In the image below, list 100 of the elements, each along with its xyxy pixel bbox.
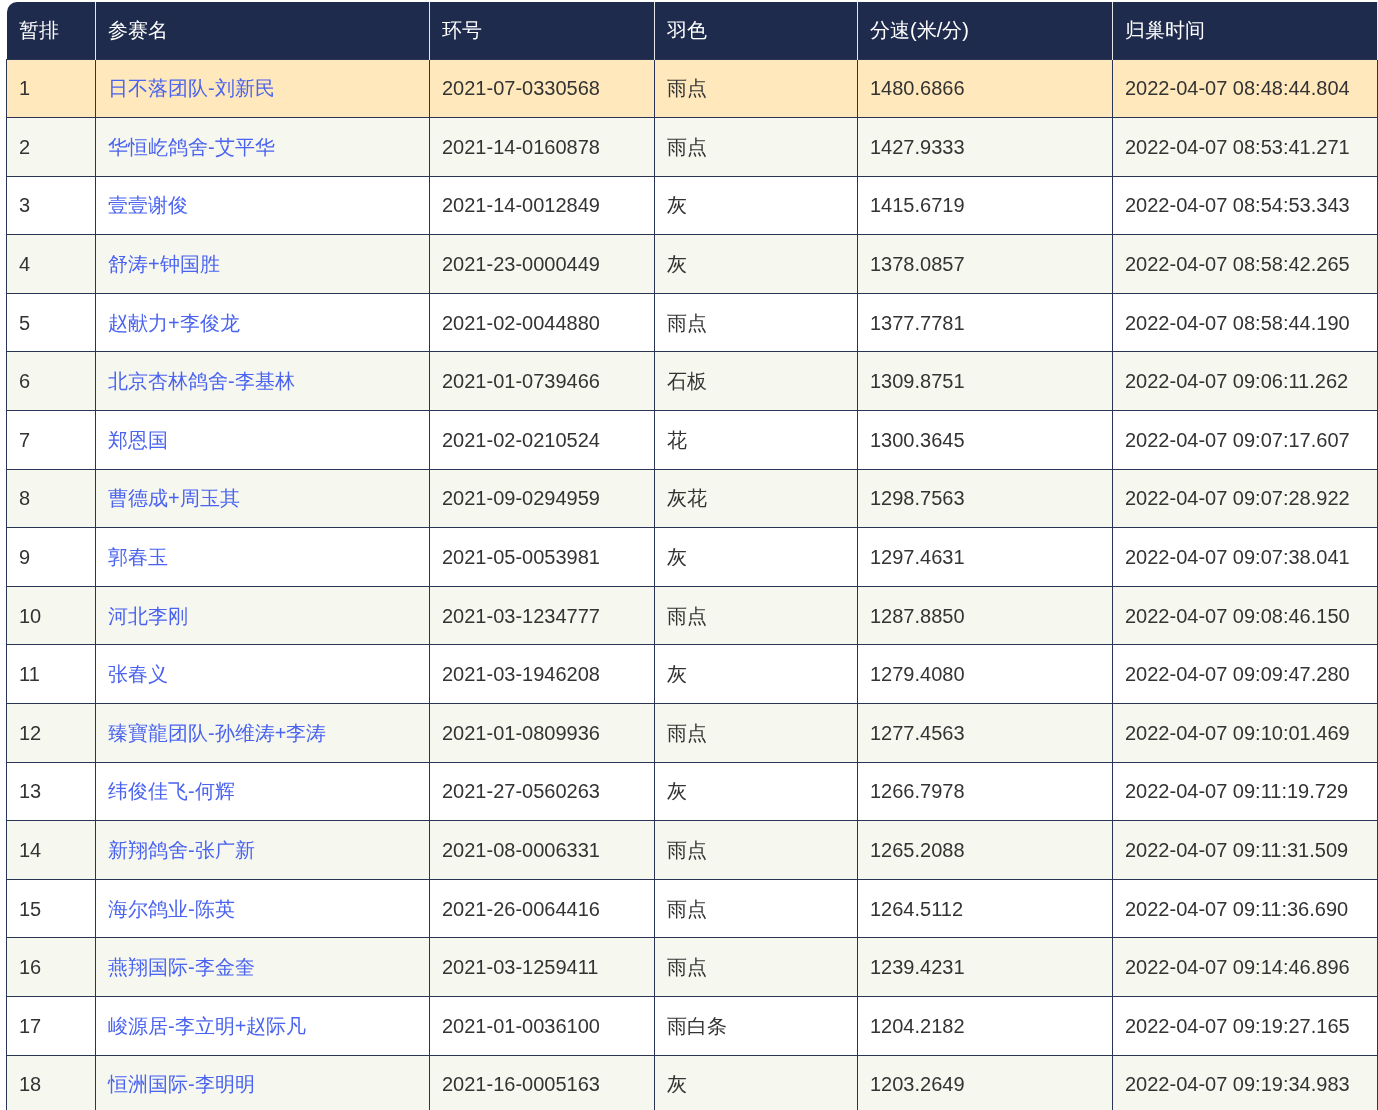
table-row[interactable]: 14 新翔鸽舍-张广新 2021-08-0006331 雨点 1265.2088 2022-04-07 09:11:31.509 <box>6 820 1378 880</box>
table-cell: 2021-03-1946208 <box>442 663 600 686</box>
entrant-link[interactable]: 燕翔国际-李金奎 <box>108 956 255 979</box>
table-cell: 2022-04-07 09:07:28.922 <box>1125 487 1350 510</box>
table-cell: 16 <box>19 956 42 979</box>
table-cell: 1266.7978 <box>870 780 965 803</box>
entrant-link[interactable]: 壹壹谢俊 <box>108 194 188 217</box>
column-header: 参赛名 <box>95 2 430 59</box>
table-row[interactable]: 13 纬俊佳飞-何辉 2021-27-0560263 灰 1266.7978 2022-04-07 09:11:19.729 <box>6 762 1378 821</box>
entrant-link[interactable]: 舒涛+钟国胜 <box>108 253 220 276</box>
column-header: 归巢时间 <box>1112 2 1378 59</box>
table-cell: 7 <box>19 428 31 451</box>
table-row[interactable]: 6 北京杏林鸽舍-李基林 2021-01-0739466 石板 1309.8751 2022-04-07 09:06:11.262 <box>6 351 1378 411</box>
table-cell: 雨白条 <box>667 1014 727 1037</box>
table-cell: 2021-02-0044880 <box>442 311 600 334</box>
entrant-link[interactable]: 新翔鸽舍-张广新 <box>108 839 255 861</box>
table-cell: 2021-23-0000449 <box>442 253 600 276</box>
table-row[interactable]: 11 张春义 2021-03-1946208 灰 1279.4080 2022-04-07 09:09:47.280 <box>6 644 1378 704</box>
table-cell: 1415.6719 <box>870 194 965 217</box>
table-cell: 11 <box>19 663 40 686</box>
table-cell: 1298.7563 <box>870 487 965 510</box>
table-cell: 雨点 <box>667 77 707 100</box>
table-cell: 13 <box>19 780 42 803</box>
table-cell: 2021-02-0210524 <box>442 428 600 451</box>
table-cell: 灰花 <box>667 487 707 510</box>
table-row[interactable]: 7 郑恩国 2021-02-0210524 花 1300.3645 2022-04-07 09:07:17.607 <box>6 410 1378 470</box>
entrant-link[interactable]: 华恒屹鸽舍-艾平华 <box>108 135 275 158</box>
table-cell: 2021-14-0160878 <box>442 135 600 158</box>
table-cell: 2022-04-07 08:58:42.265 <box>1125 253 1350 276</box>
table-cell: 雨点 <box>667 897 707 920</box>
table-row[interactable]: 3 壹壹谢俊 2021-14-0012849 灰 1415.6719 2022-04-07 08:54:53.343 <box>6 176 1378 235</box>
table-row[interactable]: 16 燕翔国际-李金奎 2021-03-1259411 雨点 1239.4231 2022-04-07 09:14:46.896 <box>6 937 1378 997</box>
table-cell: 12 <box>19 721 42 744</box>
table-cell: 5 <box>19 311 31 334</box>
table-cell: 18 <box>19 1073 42 1096</box>
table-cell: 1287.8850 <box>870 604 965 627</box>
entrant-link[interactable]: 曹德成+周玉其 <box>108 487 240 510</box>
entrant-link[interactable]: 张春义 <box>108 663 168 686</box>
table-cell: 2022-04-07 09:11:31.509 <box>1125 839 1349 861</box>
table-cell: 8 <box>19 487 31 510</box>
table-cell: 灰 <box>667 780 687 803</box>
table-cell: 4 <box>19 253 31 276</box>
table-cell: 2022-04-07 09:07:38.041 <box>1125 546 1350 569</box>
table-row[interactable]: 8 曹德成+周玉其 2021-09-0294959 灰花 1298.7563 2022-04-07 09:07:28.922 <box>6 469 1378 528</box>
table-cell: 灰 <box>667 663 687 686</box>
table-cell: 2021-01-0739466 <box>442 370 600 393</box>
table-cell: 灰 <box>667 546 687 569</box>
table-cell: 2022-04-07 08:54:53.343 <box>1125 194 1350 217</box>
table-cell: 2022-04-07 08:48:44.804 <box>1125 77 1350 100</box>
table-cell: 14 <box>19 839 42 861</box>
table-cell: 2021-01-0036100 <box>442 1014 600 1037</box>
table-cell: 1 <box>19 77 31 100</box>
table-row[interactable]: 1 日不落团队-刘新民 2021-07-0330568 雨点 1480.6866 2022-04-07 08:48:44.804 <box>6 59 1378 118</box>
entrant-link[interactable]: 郭春玉 <box>108 546 168 569</box>
table-cell: 1377.7781 <box>870 311 965 334</box>
table-row[interactable]: 5 赵献力+李俊龙 2021-02-0044880 雨点 1377.7781 2022-04-07 08:58:44.190 <box>6 293 1378 352</box>
table-cell: 2 <box>19 135 31 158</box>
entrant-link[interactable]: 赵献力+李俊龙 <box>108 311 240 334</box>
table-row[interactable]: 4 舒涛+钟国胜 2021-23-0000449 灰 1378.0857 2022-04-07 08:58:42.265 <box>6 234 1378 294</box>
table-row[interactable]: 9 郭春玉 2021-05-0053981 灰 1297.4631 2022-04-07 09:07:38.041 <box>6 527 1378 587</box>
table-cell: 2022-04-07 09:19:27.165 <box>1125 1014 1350 1037</box>
table-cell: 雨点 <box>667 839 707 861</box>
table-cell: 2021-14-0012849 <box>442 194 600 217</box>
entrant-link[interactable]: 河北李刚 <box>108 604 188 627</box>
table-cell: 15 <box>19 897 42 920</box>
table-row[interactable]: 2 华恒屹鸽舍-艾平华 2021-14-0160878 雨点 1427.9333 2022-04-07 08:53:41.271 <box>6 117 1378 177</box>
table-cell: 石板 <box>667 370 707 393</box>
table-cell: 2021-27-0560263 <box>442 780 600 803</box>
table-cell: 2022-04-07 09:11:19.729 <box>1125 780 1349 803</box>
entrant-link[interactable]: 恒洲国际-李明明 <box>108 1073 255 1096</box>
entrant-link[interactable]: 日不落团队-刘新民 <box>108 77 275 100</box>
table-row[interactable]: 18 恒洲国际-李明明 2021-16-0005163 灰 1203.2649 2022-04-07 09:19:34.983 <box>6 1055 1378 1110</box>
table-cell: 2021-09-0294959 <box>442 487 600 510</box>
table-row[interactable]: 10 河北李刚 2021-03-1234777 雨点 1287.8850 2022-04-07 09:08:46.150 <box>6 586 1378 645</box>
entrant-link[interactable]: 郑恩国 <box>108 428 168 451</box>
table-cell: 2021-01-0809936 <box>442 721 600 744</box>
table-cell: 1265.2088 <box>870 839 965 861</box>
table-cell: 10 <box>19 604 42 627</box>
table-row[interactable]: 15 海尔鸽业-陈英 2021-26-0064416 雨点 1264.5112 2022-04-07 09:11:36.690 <box>6 879 1378 938</box>
table-cell: 雨点 <box>667 604 707 627</box>
table-cell: 1264.5112 <box>870 897 964 920</box>
table-cell: 2022-04-07 08:58:44.190 <box>1125 311 1350 334</box>
table-cell: 9 <box>19 546 31 569</box>
table-cell: 1300.3645 <box>870 428 965 451</box>
table-cell: 1239.4231 <box>870 956 965 979</box>
column-header: 羽色 <box>654 2 858 59</box>
table-cell: 1480.6866 <box>870 77 965 100</box>
table-cell: 2021-05-0053981 <box>442 546 600 569</box>
table-cell: 2022-04-07 09:10:01.469 <box>1125 721 1350 744</box>
column-header: 分速(米/分) <box>857 2 1113 59</box>
table-row[interactable]: 17 峻源居-李立明+赵际凡 2021-01-0036100 雨白条 1204.2182 2022-04-07 09:19:27.165 <box>6 996 1378 1056</box>
entrant-link[interactable]: 纬俊佳飞-何辉 <box>108 780 235 803</box>
entrant-link[interactable]: 海尔鸽业-陈英 <box>108 897 235 920</box>
table-cell: 灰 <box>667 253 687 276</box>
table-cell: 1204.2182 <box>870 1014 965 1037</box>
table-row[interactable]: 12 臻寶龍团队-孙维涛+李涛 2021-01-0809936 雨点 1277.4563 2022-04-07 09:10:01.469 <box>6 703 1378 763</box>
table-cell: 1297.4631 <box>870 546 965 569</box>
table-cell: 1203.2649 <box>870 1073 965 1096</box>
table-cell: 17 <box>19 1014 42 1037</box>
table-cell: 1378.0857 <box>870 253 965 276</box>
